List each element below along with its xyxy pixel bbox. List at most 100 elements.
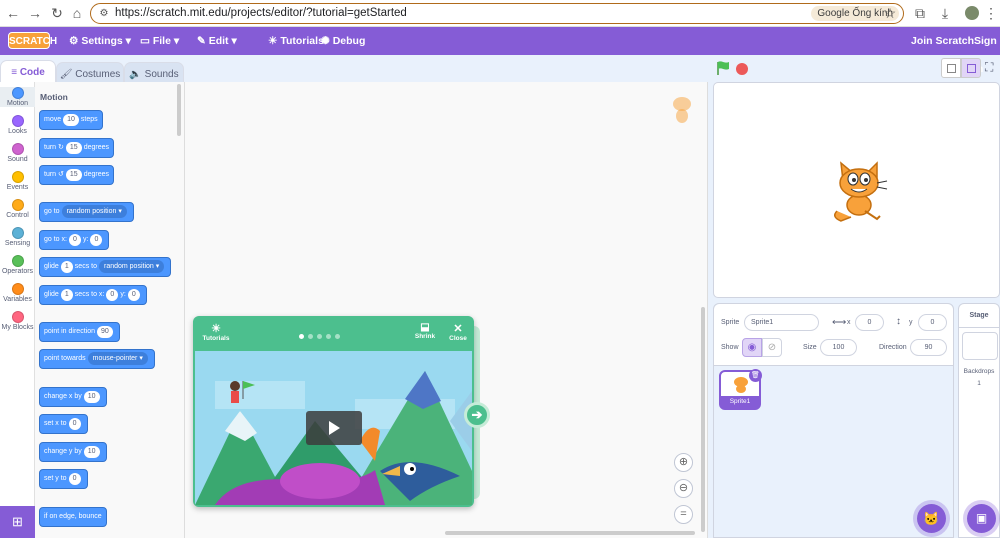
- zoom-reset-button[interactable]: =: [674, 505, 693, 524]
- category-events[interactable]: Events: [0, 171, 35, 191]
- trash-icon[interactable]: 🗑: [749, 369, 762, 382]
- step-dot[interactable]: [308, 334, 313, 339]
- block-set-x[interactable]: set x to 0: [39, 414, 88, 434]
- show-hidden-button[interactable]: ⊘: [762, 338, 782, 357]
- sign-in-link[interactable]: Sign in: [974, 27, 1000, 75]
- bookmark-star-icon[interactable]: ☆: [881, 4, 899, 22]
- zoom-out-button[interactable]: ⊖: [674, 479, 693, 498]
- green-flag-icon[interactable]: [716, 61, 730, 76]
- block-move[interactable]: move 10 steps: [39, 110, 103, 130]
- block-set-y[interactable]: set y to 0: [39, 469, 88, 489]
- stop-icon[interactable]: [736, 63, 748, 75]
- block-input[interactable]: 0: [68, 473, 81, 485]
- block-input[interactable]: 15: [65, 142, 82, 154]
- close-button[interactable]: ✕ Close: [447, 322, 469, 342]
- next-step-button[interactable]: ➔: [464, 402, 490, 428]
- category-variables[interactable]: Variables: [0, 283, 35, 303]
- cat-sprite[interactable]: [827, 159, 889, 223]
- sprite-tile[interactable]: 🗑 Sprite1: [719, 369, 762, 410]
- scratch-logo[interactable]: SCRATCH: [8, 32, 57, 49]
- back-icon[interactable]: ←: [4, 4, 22, 22]
- step-dot[interactable]: [299, 334, 304, 339]
- join-scratch-link[interactable]: Join Scratch: [911, 27, 974, 55]
- size-input[interactable]: 100: [820, 339, 857, 356]
- backdrop-thumbnail[interactable]: [962, 332, 998, 360]
- block-change-y[interactable]: change y by 10: [39, 442, 107, 462]
- url-text[interactable]: https://scratch.mit.edu/projects/editor/…: [115, 7, 407, 19]
- block-dropdown[interactable]: random position ▾: [98, 260, 165, 273]
- x-input[interactable]: 0: [855, 314, 884, 331]
- extensions-icon[interactable]: ⧉: [911, 4, 929, 22]
- block-change-x[interactable]: change x by 10: [39, 387, 107, 407]
- file-menu[interactable]: ▭ File ▾: [140, 27, 179, 55]
- kebab-menu-icon[interactable]: ⋮: [982, 4, 1000, 22]
- block-goto-xy[interactable]: go to x: 0 y: 0: [39, 230, 110, 250]
- category-sound[interactable]: Sound: [0, 143, 35, 163]
- block-input[interactable]: 0: [127, 289, 140, 301]
- add-extension-button[interactable]: ⊞: [0, 506, 35, 538]
- block-turn-left[interactable]: turn ↺ 15 degrees: [39, 165, 114, 185]
- forward-icon[interactable]: →: [26, 4, 44, 22]
- step-dot[interactable]: [317, 334, 322, 339]
- category-looks[interactable]: Looks: [0, 115, 35, 135]
- block-point-towards[interactable]: point towards mouse-pointer ▾: [39, 349, 155, 369]
- download-icon[interactable]: ⤓: [936, 4, 954, 22]
- reload-icon[interactable]: ↻: [48, 4, 66, 22]
- category-operators[interactable]: Operators: [0, 255, 35, 275]
- workspace-hscrollbar[interactable]: [185, 531, 705, 536]
- direction-input[interactable]: 90: [910, 339, 947, 356]
- block-input[interactable]: 0: [106, 289, 119, 301]
- block-input[interactable]: 10: [83, 391, 100, 403]
- small-stage-button[interactable]: [941, 58, 961, 78]
- tutorials-button[interactable]: ☀ Tutorials: [268, 27, 324, 55]
- category-control[interactable]: Control: [0, 199, 35, 219]
- settings-menu[interactable]: ⚙ Settings ▾: [69, 27, 131, 55]
- block-point-direction[interactable]: point in direction 90: [39, 322, 120, 342]
- site-settings-icon[interactable]: ⚙: [95, 5, 113, 23]
- tab-costumes[interactable]: 🖌 Costumes: [56, 62, 124, 83]
- block-goto[interactable]: go to random position ▾: [39, 202, 134, 222]
- zoom-in-button[interactable]: ⊕: [674, 453, 693, 472]
- block-input[interactable]: 1: [60, 289, 73, 301]
- profile-avatar[interactable]: [963, 4, 981, 22]
- block-input[interactable]: 0: [68, 234, 81, 246]
- y-input[interactable]: 0: [918, 314, 947, 331]
- block-glide-xy[interactable]: glide 1 secs to x: 0 y: 0: [39, 285, 147, 305]
- edit-menu[interactable]: ✎ Edit ▾: [197, 27, 237, 55]
- show-visible-button[interactable]: ◉: [742, 338, 762, 357]
- tab-sounds[interactable]: 🔈 Sounds: [124, 62, 184, 83]
- block-input[interactable]: 15: [65, 169, 82, 181]
- shrink-button[interactable]: ⬓ Shrink: [414, 322, 436, 340]
- tutorial-menu-button[interactable]: ☀ Tutorials: [201, 322, 231, 342]
- block-input[interactable]: 10: [83, 446, 100, 458]
- category-motion[interactable]: Motion: [0, 87, 35, 107]
- block-turn-right[interactable]: turn ↻ 15 degrees: [39, 138, 114, 158]
- add-sprite-button[interactable]: 🐱: [917, 504, 946, 533]
- block-input[interactable]: 0: [68, 418, 81, 430]
- debug-button[interactable]: ✺ Debug: [321, 27, 365, 55]
- block-dropdown[interactable]: random position ▾: [61, 205, 127, 218]
- block-input[interactable]: 1: [60, 261, 73, 273]
- palette-scrollbar[interactable]: [177, 84, 181, 136]
- block-dropdown[interactable]: mouse-pointer ▾: [87, 352, 148, 365]
- large-stage-button[interactable]: [961, 58, 981, 78]
- block-input[interactable]: 0: [90, 234, 103, 246]
- stage-selector[interactable]: Stage Backdrops 1 ▣: [958, 303, 1000, 538]
- fullscreen-icon[interactable]: ⛶: [985, 60, 993, 75]
- step-dot[interactable]: [335, 334, 340, 339]
- address-bar[interactable]: ⚙ https://scratch.mit.edu/projects/edito…: [90, 3, 904, 24]
- sprite-name-input[interactable]: Sprite1: [744, 314, 819, 331]
- tutorial-video[interactable]: [195, 351, 472, 505]
- step-dot[interactable]: [326, 334, 331, 339]
- category-sensing[interactable]: Sensing: [0, 227, 35, 247]
- play-button[interactable]: [306, 411, 362, 445]
- home-icon[interactable]: ⌂: [68, 4, 86, 22]
- block-input[interactable]: 10: [63, 114, 79, 126]
- block-bounce[interactable]: if on edge, bounce: [39, 507, 107, 527]
- workspace-vscrollbar[interactable]: [701, 307, 705, 532]
- category-my-blocks[interactable]: My Blocks: [0, 311, 35, 331]
- stage-canvas[interactable]: [713, 82, 1000, 298]
- block-input[interactable]: 90: [96, 326, 113, 338]
- add-backdrop-button[interactable]: ▣: [967, 504, 996, 533]
- tab-code[interactable]: ≡ Code: [0, 60, 56, 83]
